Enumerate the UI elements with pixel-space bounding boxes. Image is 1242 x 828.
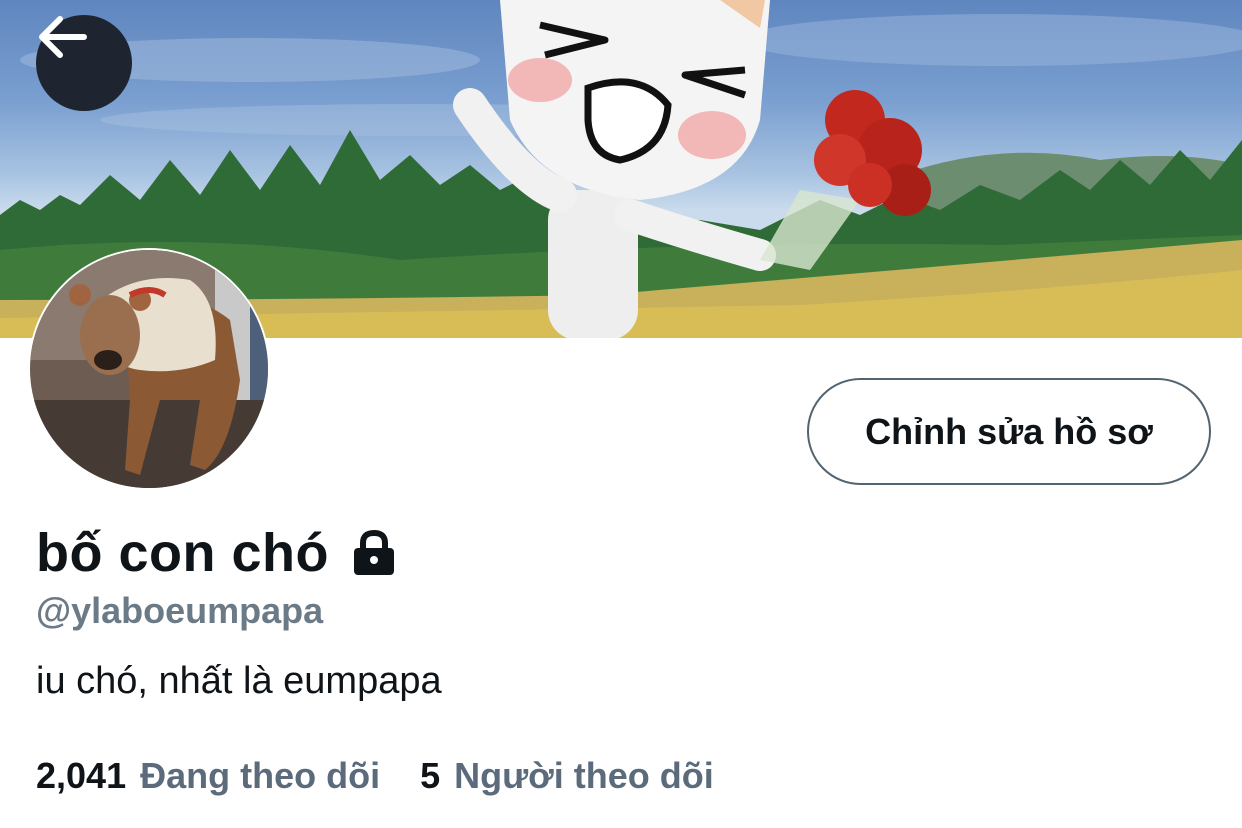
follow-stats: 2,041 Đang theo dõi 5 Người theo dõi bbox=[36, 755, 714, 797]
followers-label: Người theo dõi bbox=[454, 755, 714, 796]
user-bio: iu chó, nhất là eumpapa bbox=[36, 660, 442, 702]
followers-count: 5 bbox=[420, 755, 441, 796]
profile-avatar[interactable] bbox=[28, 248, 270, 490]
display-name-row: bố con chó bbox=[36, 520, 397, 586]
following-count: 2,041 bbox=[36, 755, 127, 796]
arrow-left-icon bbox=[39, 16, 87, 58]
following-label: Đang theo dõi bbox=[140, 755, 381, 796]
edit-profile-button[interactable]: Chỉnh sửa hồ sơ bbox=[807, 378, 1211, 485]
avatar-image bbox=[30, 250, 268, 488]
following-link[interactable]: 2,041 Đang theo dõi bbox=[36, 755, 380, 797]
user-handle: @ylaboeumpapa bbox=[36, 590, 324, 631]
lock-icon bbox=[353, 529, 394, 575]
followers-link[interactable]: 5 Người theo dõi bbox=[420, 755, 714, 797]
back-button[interactable] bbox=[36, 15, 132, 111]
display-name: bố con chó bbox=[36, 523, 329, 583]
